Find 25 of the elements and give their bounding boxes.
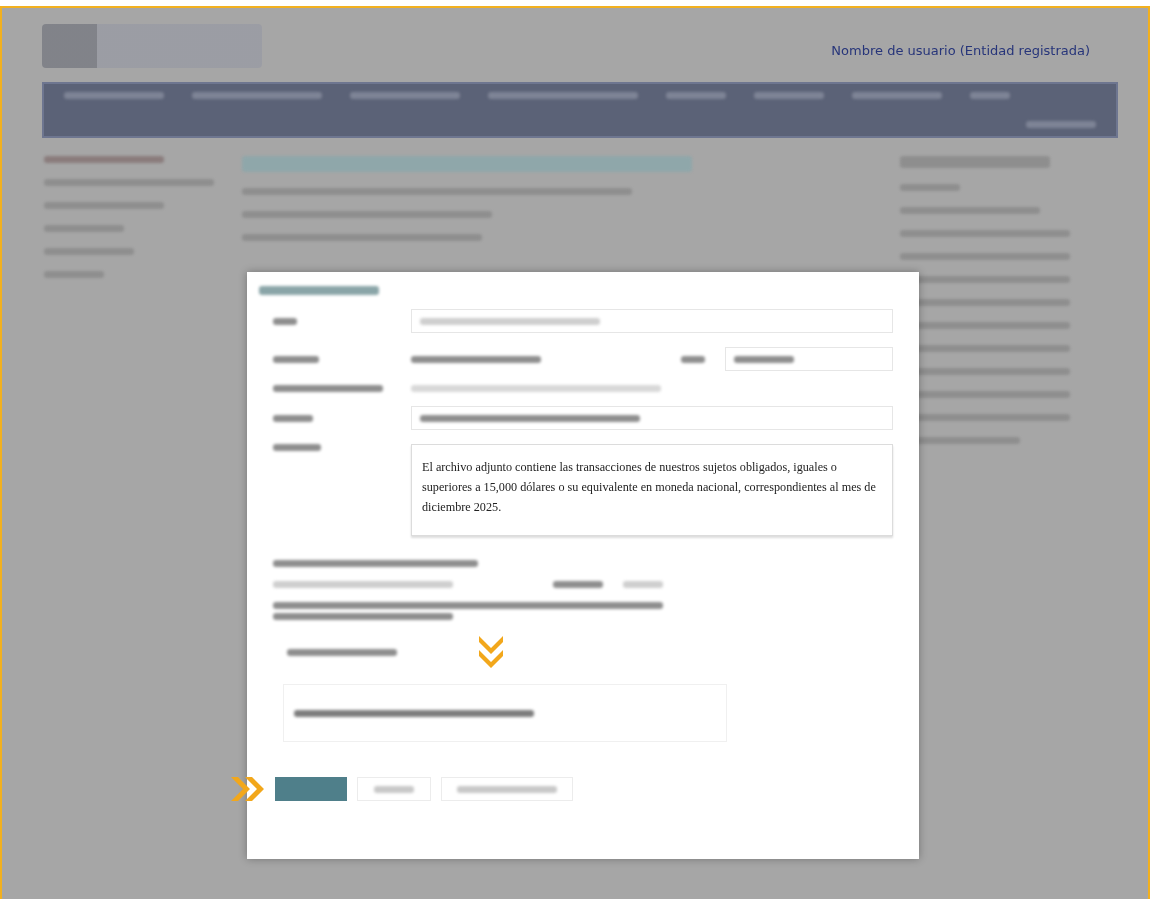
blurred-text [1026, 121, 1096, 128]
chevron-right-icon [229, 776, 265, 802]
send-button[interactable] [275, 777, 347, 801]
blurred-text [666, 92, 726, 99]
input-field[interactable] [411, 406, 893, 430]
blurred-text [754, 92, 824, 99]
secondary-button[interactable] [441, 777, 573, 801]
blurred-text [44, 271, 104, 278]
blurred-text [273, 444, 321, 451]
blurred-text [970, 92, 1010, 99]
blurred-text [900, 184, 960, 191]
dropdown[interactable] [725, 347, 893, 371]
blurred-text [374, 785, 414, 793]
input-field[interactable] [411, 309, 893, 333]
blurred-text [273, 317, 297, 325]
blurred-text [623, 581, 663, 588]
blurred-text [553, 581, 603, 588]
blurred-text [273, 414, 313, 422]
message-text: El archivo adjunto contiene las transacciones de nuestros sujetos obligados, iguales o superiores a 15,000 dólares o su equivalente en moneda nacional, correspondientes al mes de diciembre 2025. [411, 444, 893, 536]
blurred-text [734, 355, 794, 363]
blurred-text [273, 355, 319, 363]
user-name: Nombre de usuario (Entidad registrada) [831, 42, 1090, 58]
blurred-text [681, 355, 705, 363]
cancel-button[interactable] [357, 777, 431, 801]
chevron-down-icon [477, 634, 505, 670]
